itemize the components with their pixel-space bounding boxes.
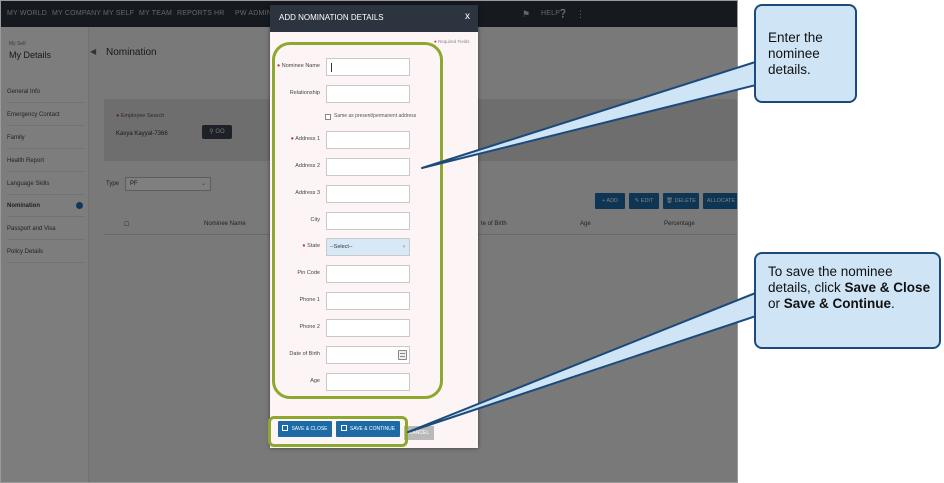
callout2-save-continue: Save & Continue	[783, 296, 892, 311]
callout1-pointer	[421, 57, 769, 169]
callout2-save-close: Save & Close	[844, 280, 931, 295]
callout1-text: Enter the nominee details.	[768, 30, 823, 77]
callout-enter-details: Enter the nominee details.	[754, 4, 857, 103]
callout-save: To save the nominee details, click Save …	[754, 252, 941, 349]
callout2-text-post: .	[891, 296, 895, 311]
callout2-text-mid: or	[768, 296, 784, 311]
callout2-pointer	[407, 287, 769, 433]
tutorial-stage: MY WORLD MY COMPANY MY SELF MY TEAM REPO…	[0, 0, 944, 483]
